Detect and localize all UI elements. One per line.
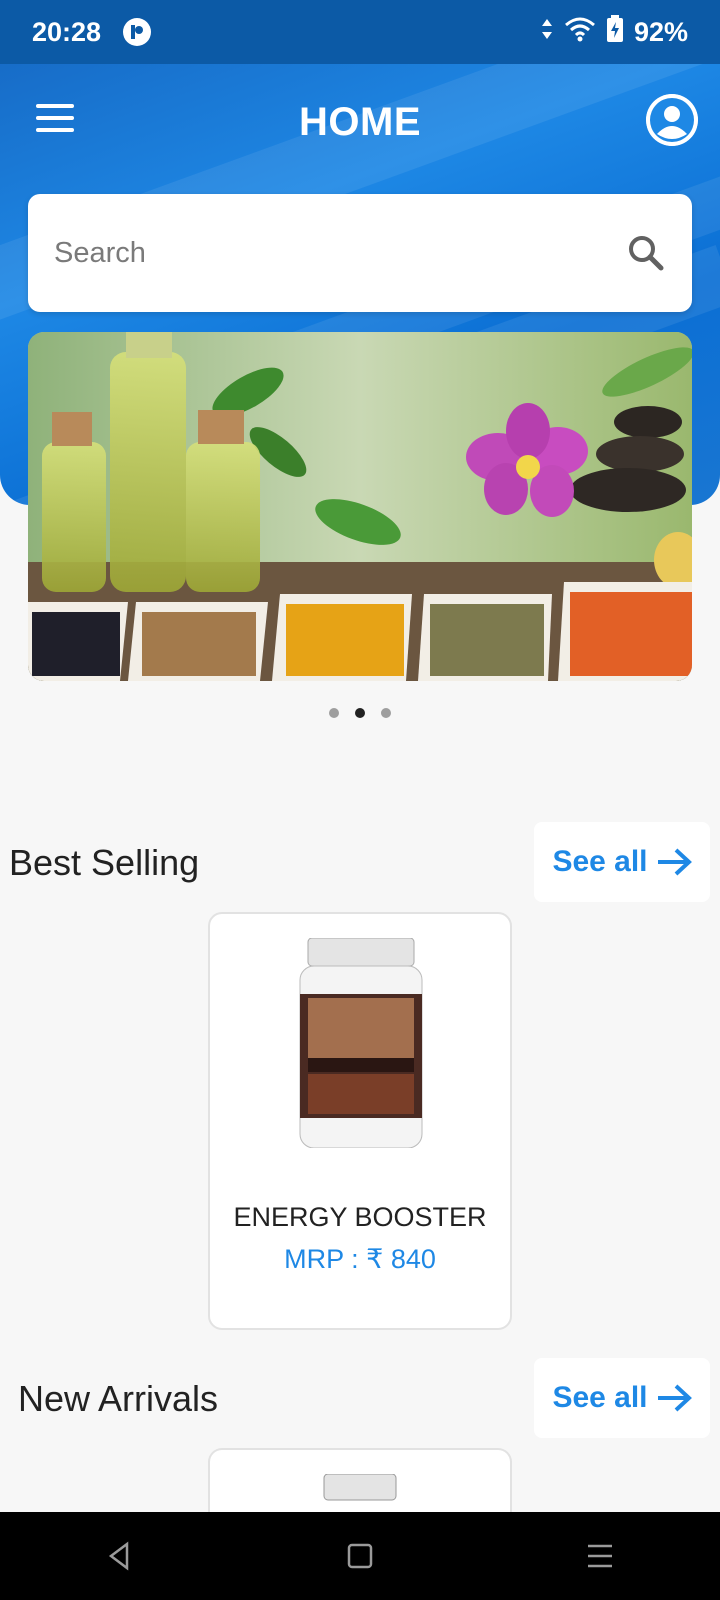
arrow-right-icon bbox=[657, 1384, 692, 1412]
wifi-icon bbox=[564, 16, 596, 49]
best-selling-see-all-button[interactable]: See all bbox=[534, 822, 710, 902]
see-all-label: See all bbox=[552, 845, 648, 878]
notification-app-icon bbox=[123, 18, 152, 46]
product-card[interactable]: ENERGY BOOSTER MRP : ₹ 840 bbox=[208, 912, 512, 1330]
status-time: 20:28 bbox=[32, 16, 102, 47]
new-arrivals-see-all-button[interactable]: See all bbox=[534, 1358, 710, 1438]
menu-icon[interactable] bbox=[36, 104, 74, 134]
back-icon[interactable] bbox=[90, 1526, 150, 1586]
see-all-label: See all bbox=[552, 1381, 648, 1414]
carousel-indicator bbox=[0, 708, 720, 718]
section-title: Best Selling bbox=[9, 842, 200, 883]
section-title: New Arrivals bbox=[18, 1378, 219, 1419]
product-name: ENERGY BOOSTER bbox=[233, 1202, 487, 1232]
battery-icon bbox=[606, 14, 624, 50]
data-arrows-icon bbox=[540, 17, 554, 48]
profile-icon[interactable] bbox=[646, 94, 698, 146]
home-icon[interactable] bbox=[330, 1526, 390, 1586]
search-bar bbox=[28, 194, 692, 312]
best-selling-header: Best Selling See all bbox=[0, 822, 720, 902]
product-card[interactable] bbox=[208, 1448, 512, 1512]
carousel-dot[interactable] bbox=[381, 708, 391, 718]
banner-carousel[interactable] bbox=[28, 332, 692, 681]
search-icon[interactable] bbox=[626, 233, 666, 273]
app-bar: HOME bbox=[0, 64, 720, 180]
product-price: MRP : ₹ 840 bbox=[284, 1244, 436, 1274]
status-bar: 20:28 92% bbox=[0, 0, 720, 64]
search-input[interactable] bbox=[54, 236, 626, 270]
product-image bbox=[299, 938, 423, 1148]
system-nav-bar bbox=[0, 1512, 720, 1600]
arrow-right-icon bbox=[657, 848, 692, 876]
banner-image bbox=[28, 332, 692, 681]
page-title: HOME bbox=[299, 99, 421, 144]
carousel-dot-active[interactable] bbox=[355, 708, 365, 718]
carousel-dot[interactable] bbox=[329, 708, 339, 718]
recents-icon[interactable] bbox=[570, 1526, 630, 1586]
battery-percent: 92% bbox=[633, 16, 688, 47]
new-arrivals-header: New Arrivals See all bbox=[0, 1358, 720, 1438]
product-image bbox=[323, 1474, 397, 1501]
